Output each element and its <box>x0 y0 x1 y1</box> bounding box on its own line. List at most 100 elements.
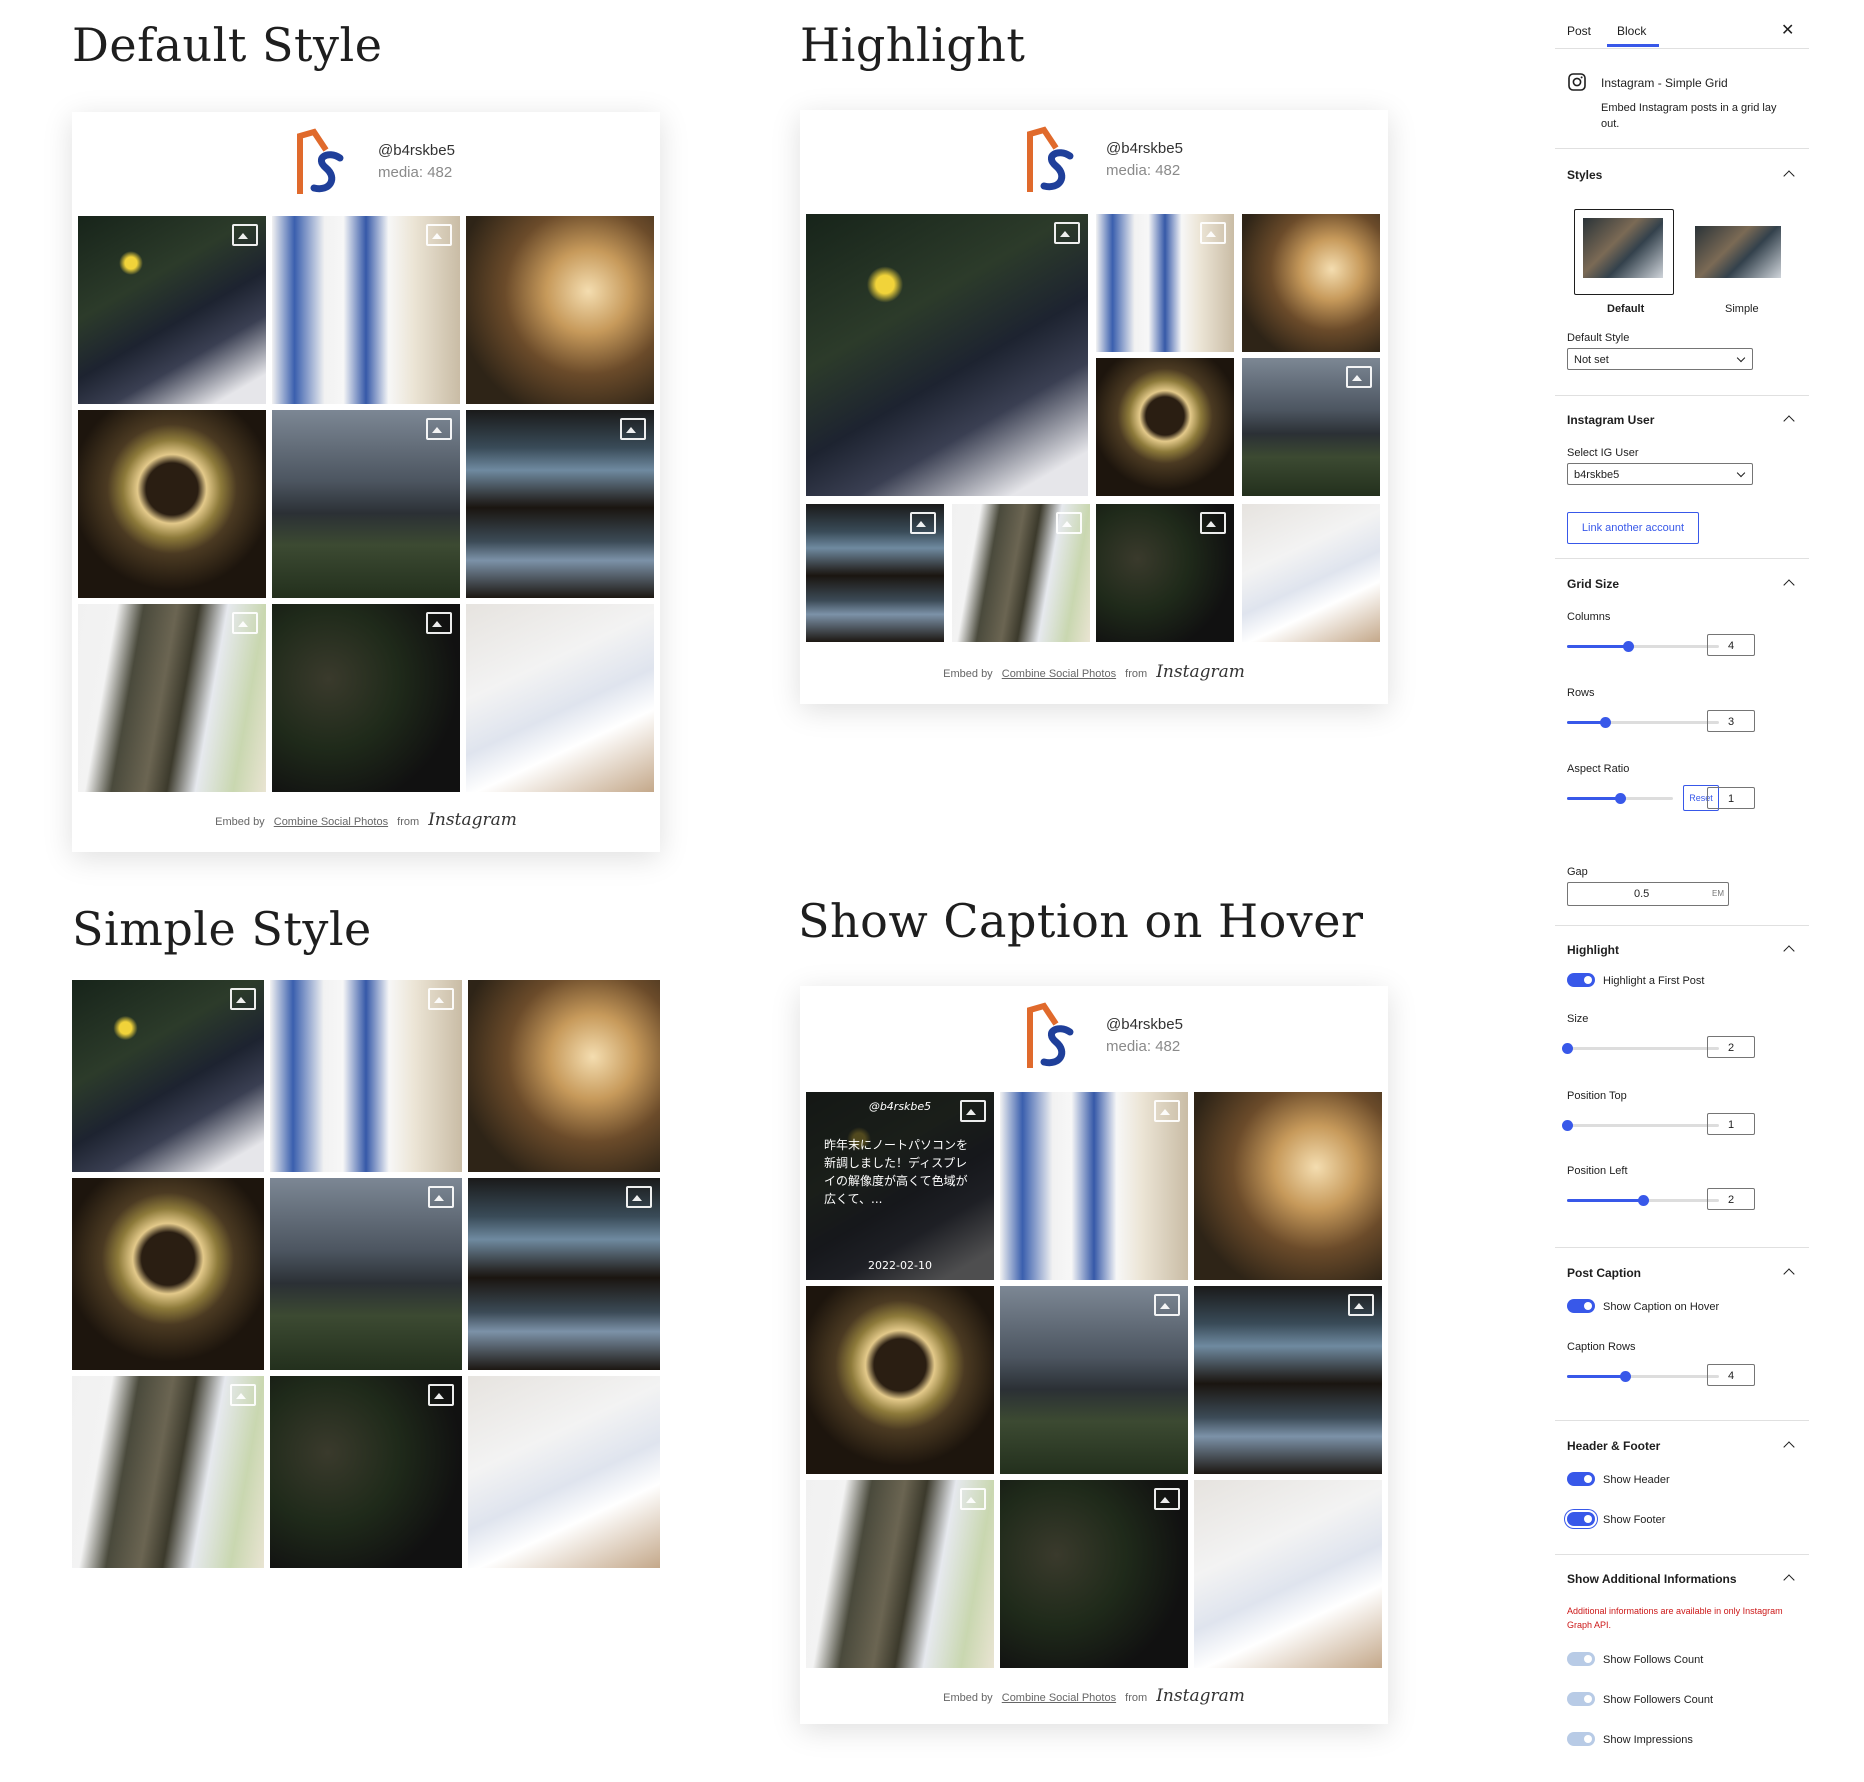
default-style-select[interactable]: Not set <box>1567 348 1753 370</box>
photo-tile-highlighted[interactable] <box>806 214 1088 496</box>
photo-tile[interactable] <box>270 1178 462 1370</box>
photo-tile[interactable] <box>272 216 460 404</box>
slider-handle[interactable] <box>1562 1120 1573 1131</box>
photo-tile[interactable] <box>78 604 266 792</box>
photo-tile[interactable] <box>1096 358 1234 496</box>
chevron-up-icon[interactable] <box>1783 170 1795 182</box>
position-top-input[interactable]: 1 <box>1707 1113 1755 1135</box>
caption-rows-input[interactable]: 4 <box>1707 1364 1755 1386</box>
slider-handle[interactable] <box>1622 641 1634 652</box>
highlight-first-post-label: Highlight a First Post <box>1603 975 1705 987</box>
panel-title-grid-size[interactable]: Grid Size <box>1567 577 1619 591</box>
panel-title-additional[interactable]: Show Additional Informations <box>1567 1572 1737 1586</box>
photo-tile[interactable] <box>1242 214 1380 352</box>
photo-tile[interactable] <box>272 604 460 792</box>
photo-tile[interactable] <box>1000 1092 1188 1280</box>
photo-tile[interactable] <box>1194 1286 1382 1474</box>
photo-tile[interactable] <box>1096 214 1234 352</box>
photo-tile[interactable] <box>468 980 660 1172</box>
footer-link[interactable]: Combine Social Photos <box>274 816 388 828</box>
show-header-toggle[interactable] <box>1567 1472 1595 1486</box>
footer-link[interactable]: Combine Social Photos <box>1002 668 1116 680</box>
style-preview-simple[interactable] <box>1695 226 1781 278</box>
photo-tile[interactable] <box>468 1376 660 1568</box>
photo-tile[interactable] <box>272 410 460 598</box>
slider-handle[interactable] <box>1615 793 1626 804</box>
photo-tile[interactable] <box>270 980 462 1172</box>
footer-link[interactable]: Combine Social Photos <box>1002 1692 1116 1704</box>
slider-handle[interactable] <box>1619 1371 1631 1382</box>
chevron-up-icon[interactable] <box>1783 579 1795 591</box>
slider-handle[interactable] <box>1638 1195 1649 1206</box>
show-footer-toggle[interactable] <box>1567 1512 1595 1526</box>
panel-title-header-footer[interactable]: Header & Footer <box>1567 1439 1660 1453</box>
rows-input[interactable]: 3 <box>1707 710 1755 732</box>
photo-tile[interactable] <box>466 604 654 792</box>
photo-tile[interactable] <box>270 1376 462 1568</box>
photo-tile[interactable] <box>78 216 266 404</box>
panel-title-styles[interactable]: Styles <box>1567 168 1602 182</box>
columns-slider[interactable] <box>1567 641 1719 652</box>
photo-tile[interactable] <box>72 980 264 1172</box>
footer-embed-by: Embed by <box>943 1692 993 1704</box>
tab-post[interactable]: Post <box>1567 24 1591 38</box>
carousel-icon <box>960 1488 986 1510</box>
card-footer: Embed by Combine Social Photos from Inst… <box>72 810 660 830</box>
photo-tile[interactable] <box>1000 1286 1188 1474</box>
show-caption-hover-toggle[interactable] <box>1567 1299 1595 1313</box>
chevron-up-icon[interactable] <box>1783 945 1795 957</box>
photo-tile[interactable] <box>1242 358 1380 496</box>
photo-tile[interactable] <box>466 410 654 598</box>
chevron-up-icon[interactable] <box>1783 1574 1795 1586</box>
show-followers-count-toggle[interactable] <box>1567 1692 1595 1706</box>
position-left-input[interactable]: 2 <box>1707 1188 1755 1210</box>
panel-title-post-caption[interactable]: Post Caption <box>1567 1266 1641 1280</box>
photo-tile[interactable] <box>1000 1480 1188 1668</box>
show-impressions-toggle[interactable] <box>1567 1732 1595 1746</box>
highlight-first-post-toggle[interactable] <box>1567 973 1595 987</box>
photo-tile[interactable] <box>1096 504 1234 642</box>
link-another-account-button[interactable]: Link another account <box>1567 512 1699 544</box>
photo-tile[interactable] <box>468 1178 660 1370</box>
style-preview-default <box>1583 218 1663 278</box>
carousel-icon <box>230 1384 256 1406</box>
aspect-ratio-input[interactable]: 1 <box>1707 787 1755 809</box>
gap-unit[interactable]: EM <box>1712 889 1724 898</box>
position-left-slider[interactable] <box>1567 1195 1719 1206</box>
photo-tile[interactable] <box>806 1286 994 1474</box>
photo-tile[interactable] <box>72 1178 264 1370</box>
photo-tile[interactable] <box>1242 504 1380 642</box>
photo-tile[interactable] <box>78 410 266 598</box>
slider-handle[interactable] <box>1600 717 1611 728</box>
panel-title-highlight[interactable]: Highlight <box>1567 943 1619 957</box>
close-icon[interactable]: ✕ <box>1781 20 1794 40</box>
chevron-up-icon[interactable] <box>1783 1441 1795 1453</box>
chevron-up-icon[interactable] <box>1783 415 1795 427</box>
photo-tile[interactable] <box>1194 1092 1382 1280</box>
photo-tile[interactable] <box>1194 1480 1382 1668</box>
caption-rows-slider[interactable] <box>1567 1371 1719 1382</box>
style-label-default: Default <box>1607 303 1645 315</box>
photo-tile[interactable] <box>952 504 1090 642</box>
columns-input[interactable]: 4 <box>1707 634 1755 656</box>
photo-grid: @b4rskbe5 昨年末にノートパソコンを新調しました！ディスプレイの解像度が… <box>806 1092 1382 1668</box>
position-top-slider[interactable] <box>1562 1120 1719 1131</box>
photo-tile[interactable] <box>466 216 654 404</box>
tab-block[interactable]: Block <box>1617 24 1646 38</box>
ig-user-select[interactable]: b4rskbe5 <box>1567 463 1753 485</box>
chevron-down-icon <box>1736 468 1746 478</box>
rows-slider[interactable] <box>1567 717 1719 728</box>
chevron-up-icon[interactable] <box>1783 1268 1795 1280</box>
style-option-default[interactable] <box>1574 209 1674 295</box>
aspect-ratio-slider[interactable] <box>1567 793 1673 804</box>
gap-input[interactable]: 0.5 EM <box>1567 882 1729 906</box>
size-input[interactable]: 2 <box>1707 1036 1755 1058</box>
panel-title-instagram-user[interactable]: Instagram User <box>1567 413 1654 427</box>
photo-tile[interactable] <box>806 1480 994 1668</box>
photo-tile-hovered[interactable]: @b4rskbe5 昨年末にノートパソコンを新調しました！ディスプレイの解像度が… <box>806 1092 994 1280</box>
photo-tile[interactable] <box>72 1376 264 1568</box>
size-slider[interactable] <box>1562 1043 1719 1054</box>
show-follows-count-toggle[interactable] <box>1567 1652 1595 1666</box>
slider-handle[interactable] <box>1562 1043 1573 1054</box>
photo-tile[interactable] <box>806 504 944 642</box>
